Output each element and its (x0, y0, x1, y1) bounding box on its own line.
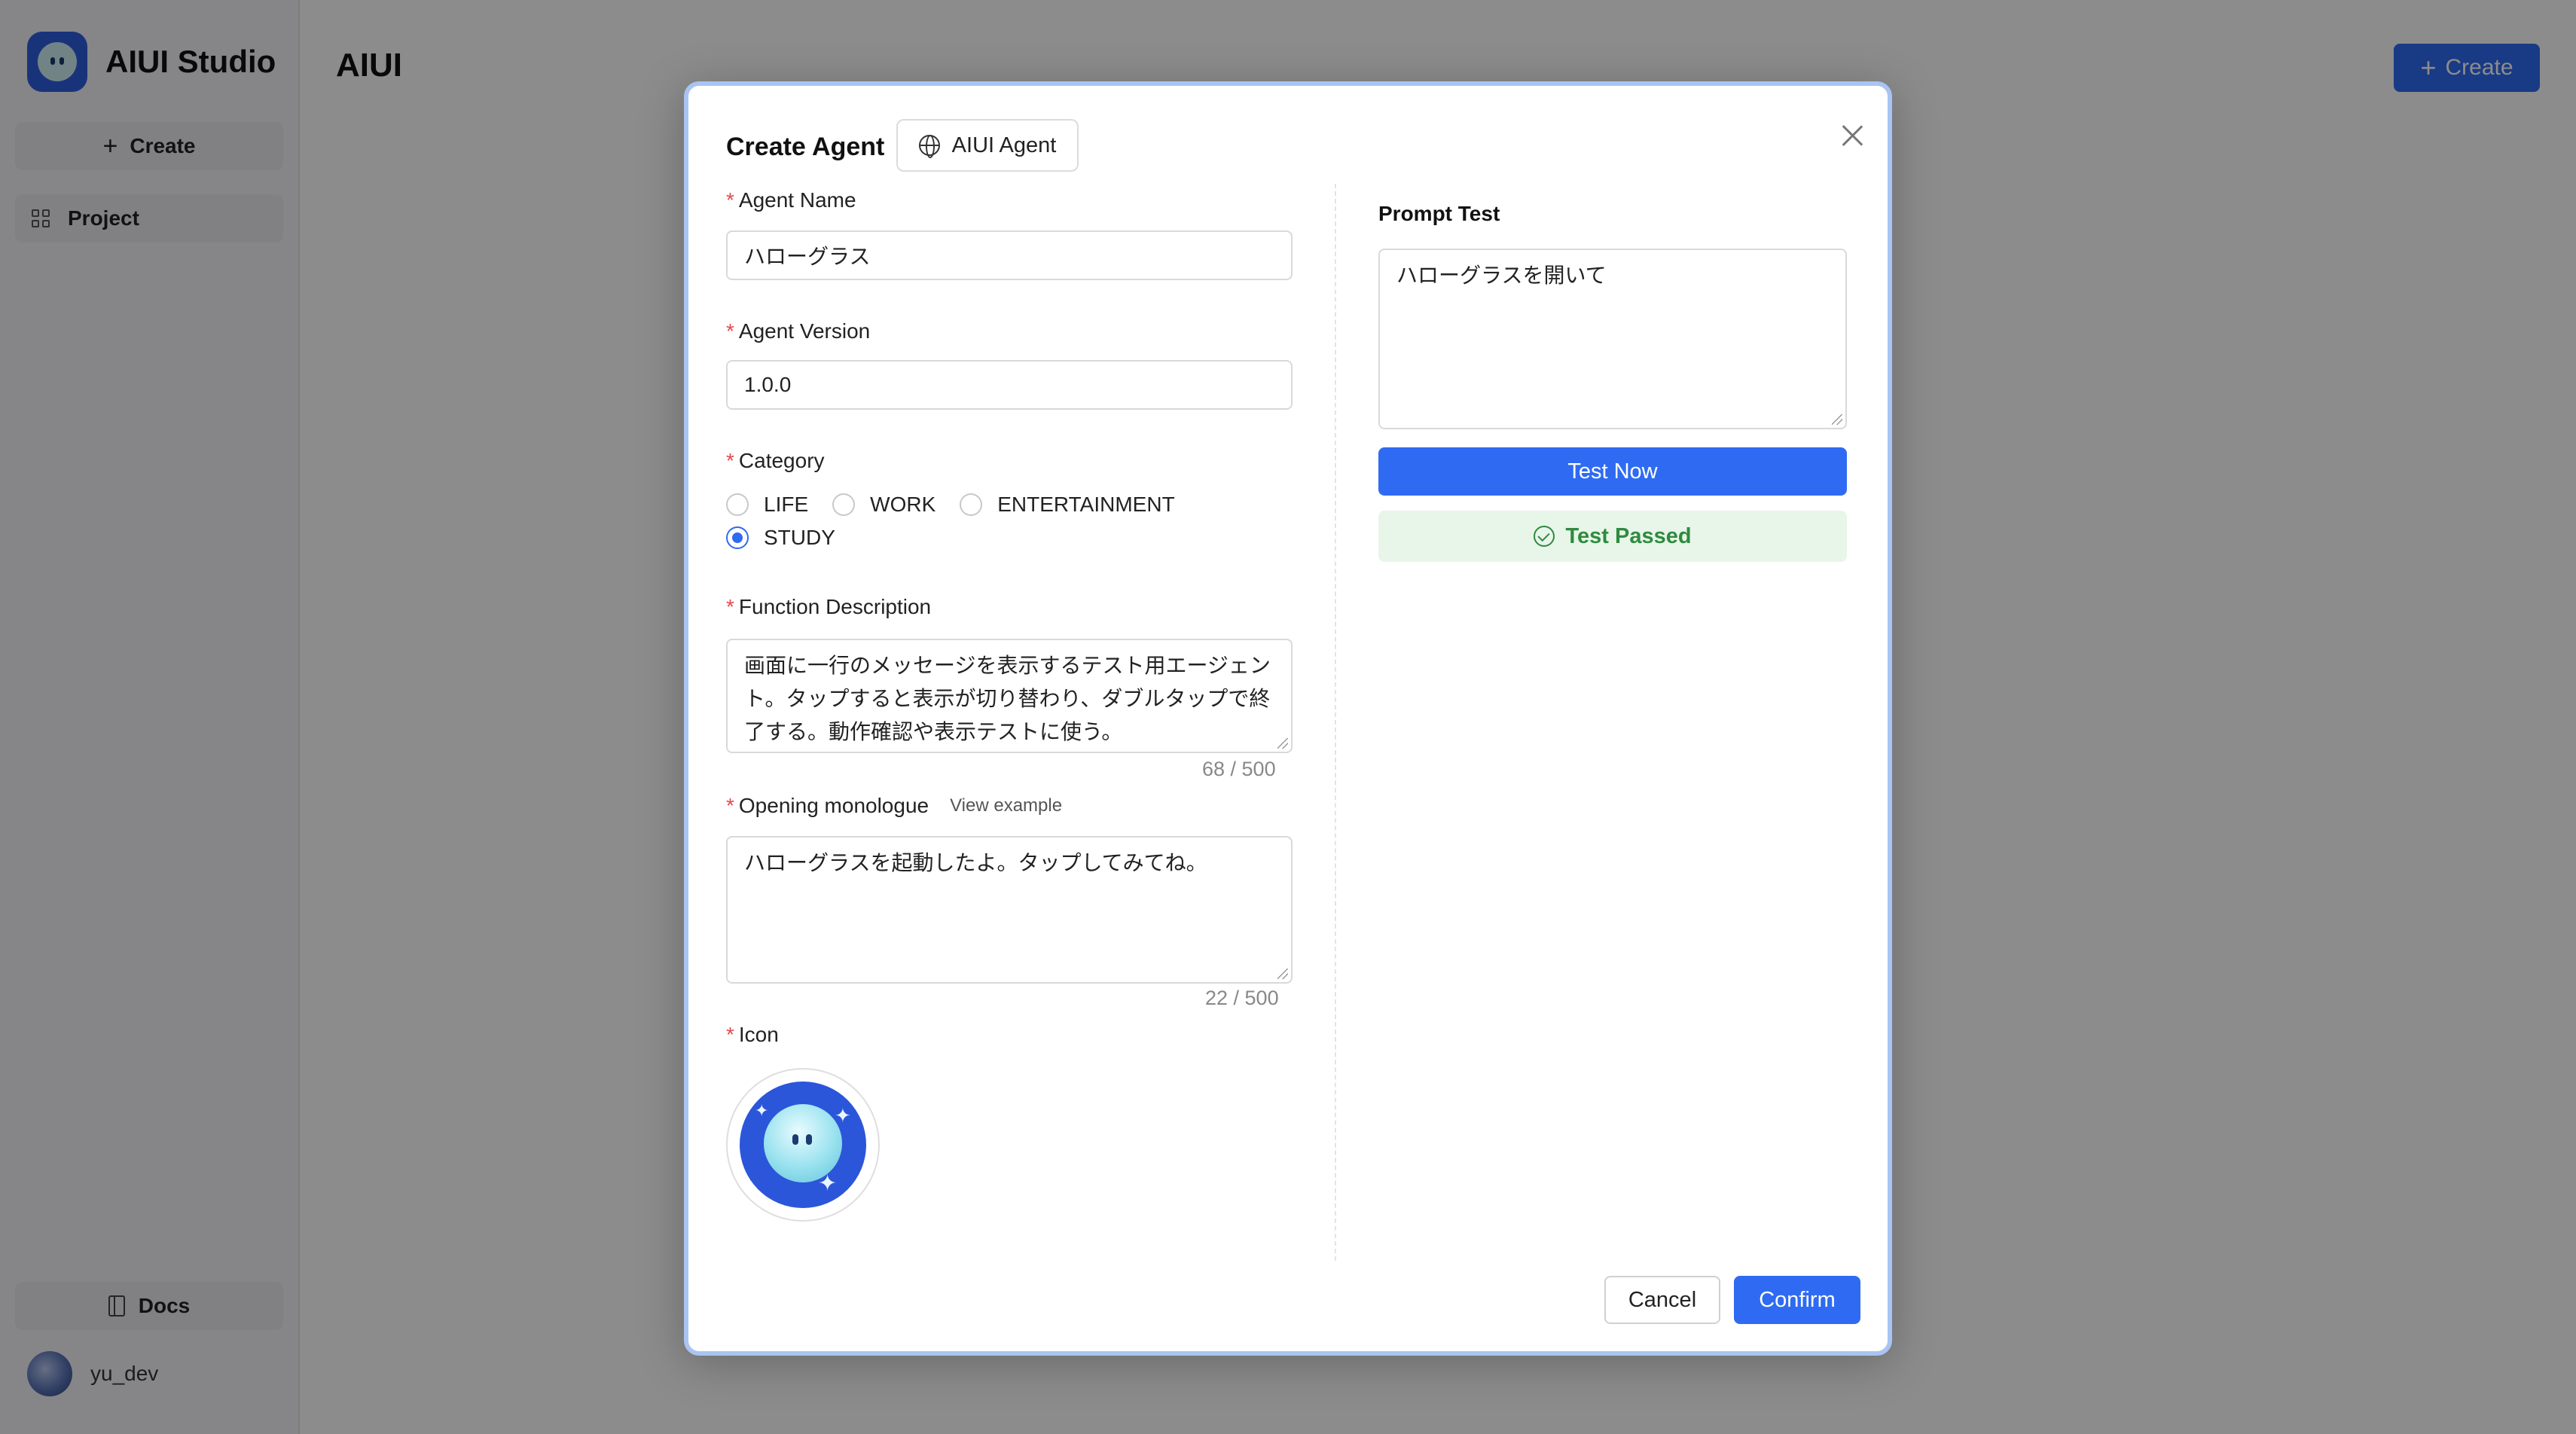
agent-icon-picker[interactable]: ✦ ✦ ✦ (726, 1068, 880, 1222)
agent-version-label: * Agent Version (726, 319, 870, 343)
agent-avatar-icon: ✦ ✦ ✦ (740, 1082, 866, 1208)
opening-monologue-label: * Opening monologue View example (726, 794, 1062, 818)
radio-button[interactable] (726, 493, 749, 516)
resize-handle-icon[interactable] (1832, 414, 1842, 425)
prompt-test-title: Prompt Test (1378, 202, 1500, 225)
radio-study[interactable]: STUDY (726, 526, 835, 550)
test-status-banner: Test Passed (1378, 511, 1847, 562)
agent-name-label-text: Agent Name (738, 188, 856, 212)
required-asterisk: * (726, 794, 734, 817)
opening-monologue-text: ハローグラスを起動したよ。タップしてみてね。 (744, 851, 1207, 874)
radio-life[interactable]: LIFE (726, 493, 808, 517)
radio-entertainment[interactable]: ENTERTAINMENT (960, 493, 1175, 517)
required-asterisk: * (726, 188, 734, 212)
required-asterisk: * (726, 319, 734, 343)
radio-button[interactable] (960, 493, 983, 516)
globe-icon (918, 135, 940, 158)
radio-label: STUDY (764, 526, 835, 549)
agent-type-label: AIUI Agent (951, 133, 1057, 157)
category-radio-group: LIFE WORK ENTERTAINMENT (726, 493, 1199, 517)
agent-version-input[interactable]: 1.0.0 (726, 360, 1293, 410)
required-asterisk: * (726, 595, 734, 618)
radio-button-selected[interactable] (726, 526, 749, 549)
agent-name-input[interactable]: ハローグラス (726, 230, 1293, 280)
agent-name-label: * Agent Name (726, 188, 856, 212)
agent-type-chip[interactable]: AIUI Agent (896, 119, 1079, 172)
radio-work[interactable]: WORK (832, 493, 935, 517)
icon-label-text: Icon (738, 1023, 779, 1046)
function-description-textarea[interactable]: 画面に一行のメッセージを表示するテスト用エージェント。タップすると表示が切り替わ… (726, 639, 1293, 753)
required-asterisk: * (726, 1023, 734, 1046)
prompt-test-textarea[interactable]: ハローグラスを開いて (1378, 249, 1847, 429)
test-now-button[interactable]: Test Now (1378, 447, 1847, 496)
opening-monologue-label-text: Opening monologue (738, 794, 929, 817)
function-description-text: 画面に一行のメッセージを表示するテスト用エージェント。タップすると表示が切り替わ… (744, 654, 1271, 743)
check-circle-icon (1534, 526, 1555, 547)
close-icon[interactable] (1833, 117, 1871, 155)
function-description-label: * Function Description (726, 595, 931, 619)
test-status-text: Test Passed (1565, 523, 1692, 548)
column-divider (1335, 184, 1336, 1261)
agent-version-label-text: Agent Version (738, 319, 871, 343)
radio-button[interactable] (832, 493, 856, 516)
modal-title: Create Agent (726, 133, 885, 161)
category-radio-group-row2: STUDY (726, 526, 859, 550)
radio-label: LIFE (764, 493, 809, 516)
resize-handle-icon[interactable] (1277, 738, 1288, 749)
confirm-button[interactable]: Confirm (1734, 1276, 1860, 1324)
resize-handle-icon[interactable] (1277, 969, 1288, 979)
radio-label: ENTERTAINMENT (997, 493, 1175, 516)
category-label: * Category (726, 449, 825, 473)
category-label-text: Category (738, 449, 825, 472)
function-description-label-text: Function Description (738, 595, 932, 618)
cancel-button[interactable]: Cancel (1604, 1276, 1720, 1324)
icon-label: * Icon (726, 1023, 779, 1047)
radio-label: WORK (870, 493, 936, 516)
opening-monologue-textarea[interactable]: ハローグラスを起動したよ。タップしてみてね。 (726, 836, 1293, 984)
opening-monologue-counter: 22 / 500 (1205, 987, 1279, 1009)
view-example-link[interactable]: View example (950, 795, 1062, 816)
function-description-counter: 68 / 500 (1202, 758, 1276, 780)
required-asterisk: * (726, 449, 734, 472)
create-agent-modal: Create Agent AIUI Agent * Agent Name ハローグ… (684, 81, 1892, 1356)
prompt-test-text: ハローグラスを開いて (1396, 264, 1607, 287)
